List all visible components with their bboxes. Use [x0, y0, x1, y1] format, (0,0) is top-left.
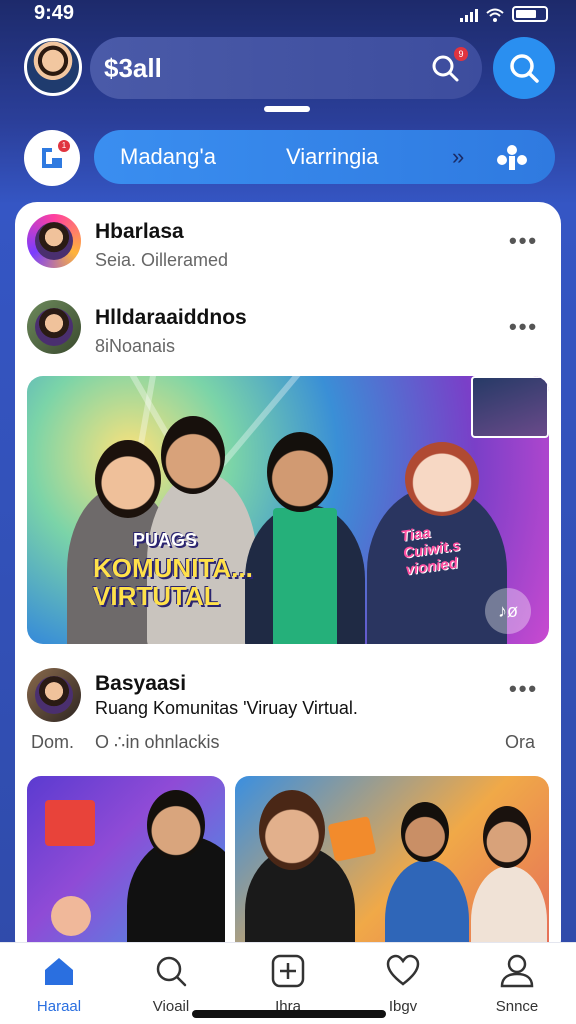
person-head — [483, 806, 531, 868]
nav-home[interactable]: Haraal — [14, 953, 104, 1015]
list-item[interactable]: Hlldaraaiddnos 8iNoanais ••• — [15, 300, 561, 372]
profile-icon — [500, 954, 534, 988]
tab-bar: Madang'a Viarringia » — [94, 130, 555, 184]
search-input[interactable]: $3all — [104, 53, 162, 84]
status-time: 9:49 — [34, 2, 75, 24]
home-icon — [45, 958, 73, 985]
nav-profile-label: Snnce — [495, 998, 539, 1015]
media-tile[interactable] — [235, 776, 549, 962]
person-head — [259, 790, 325, 870]
more-options-icon[interactable]: ••• — [509, 228, 538, 254]
person-head — [147, 790, 205, 860]
mascot-icon — [51, 896, 91, 936]
post-author: Hlldaraaiddnos — [95, 306, 247, 329]
profile-avatar[interactable] — [24, 38, 82, 96]
search-icon — [510, 54, 539, 83]
logo-badge: 1 — [58, 140, 70, 152]
app-logo-button[interactable] — [24, 130, 80, 186]
heart-icon — [386, 954, 420, 986]
nav-likes[interactable]: Ibgv — [358, 953, 448, 1015]
wifi-icon — [486, 8, 504, 22]
list-item[interactable]: Hbarlasa Seia. Oilleramed ••• — [15, 214, 561, 286]
signal-icon — [460, 8, 478, 22]
notification-badge: 9 — [454, 47, 468, 61]
add-post-icon — [271, 954, 305, 988]
nav-home-label: Haraal — [36, 998, 82, 1015]
search-bar[interactable]: $3all 9 — [90, 37, 482, 99]
post-subtitle: Seia. Oilleramed — [95, 250, 229, 270]
community-banner[interactable]: PUAGS KOMUNITA... VIRTUTAL Tiaa Cuiwit.s… — [27, 376, 549, 644]
status-icons — [460, 6, 548, 22]
search-button[interactable] — [493, 37, 555, 99]
nav-search[interactable]: Vioail — [126, 953, 216, 1015]
post-meta-right[interactable]: Ora — [505, 732, 535, 753]
post-author: Basyaasi — [95, 672, 187, 695]
nav-add-post[interactable]: Ihra — [243, 953, 333, 1015]
person-head — [267, 432, 333, 512]
battery-icon — [512, 6, 548, 22]
post-subtitle: 8iNoanais — [95, 336, 176, 356]
avatar-head — [405, 442, 479, 516]
gift-box-icon — [45, 800, 95, 846]
gift-box-icon — [327, 816, 377, 862]
avatar[interactable] — [27, 668, 81, 722]
person-head — [95, 440, 161, 518]
feed-card: Hbarlasa Seia. Oilleramed ••• Hlldaraaid… — [15, 202, 561, 962]
more-options-icon[interactable]: ••• — [509, 676, 538, 702]
banner-tag: Tiaa Cuiwit.s vionied — [399, 524, 462, 579]
music-note-button[interactable]: ♪ø — [485, 588, 531, 634]
person-shirt — [273, 508, 337, 644]
post-author: Hbarlasa — [95, 220, 184, 243]
post-meta-left[interactable]: Dom. — [31, 732, 74, 753]
tab-viarringia[interactable]: Viarringia — [286, 144, 379, 170]
nav-profile[interactable]: Snnce — [472, 953, 562, 1015]
person-head — [401, 802, 449, 862]
post-meta-stats: O ∴in ohnlackis — [95, 732, 220, 752]
search-icon — [156, 956, 187, 987]
video-thumbnail[interactable] — [471, 376, 549, 438]
more-options-icon[interactable]: ••• — [509, 314, 538, 340]
home-indicator[interactable] — [192, 1010, 386, 1018]
tabs-more-arrow[interactable]: » — [452, 144, 464, 170]
avatar[interactable] — [27, 214, 81, 268]
share-icon[interactable] — [496, 142, 528, 172]
banner-title: PUAGS KOMUNITA... VIRTUTAL — [93, 530, 253, 611]
media-tile[interactable] — [27, 776, 225, 962]
avatar[interactable] — [27, 300, 81, 354]
status-bar: 9:49 — [0, 0, 576, 30]
drag-handle[interactable] — [264, 106, 310, 112]
tab-madanga[interactable]: Madang'a — [120, 144, 216, 170]
person-head — [161, 416, 225, 494]
post-caption: Ruang Komunitas 'Viruay Virtual. — [95, 698, 358, 718]
